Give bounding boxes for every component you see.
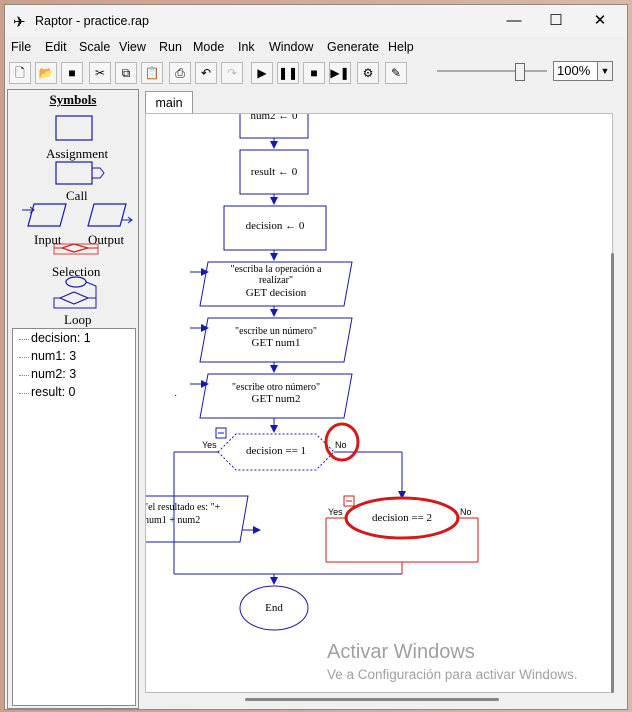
zoom-slider-track[interactable] <box>437 70 547 72</box>
pause-icon[interactable]: ❚❚ <box>277 62 299 84</box>
input2-prompt: "escribe un número" <box>234 326 318 337</box>
selection-2-no: No <box>460 507 472 517</box>
menu-view[interactable]: View <box>119 40 146 54</box>
copy-icon[interactable]: ⧉ <box>115 62 137 84</box>
input1-prompt-line1: "escriba la operación a <box>230 264 322 275</box>
assignment-symbol[interactable] <box>55 115 93 141</box>
call-label: Call <box>66 188 88 203</box>
menu-file[interactable]: File <box>11 40 31 54</box>
menu-run[interactable]: Run <box>159 40 182 54</box>
symbols-panel: Symbols Assignment Call Input Output Sel… <box>7 89 139 709</box>
chevron-down-icon[interactable]: ▼ <box>597 61 613 81</box>
tab-main[interactable]: main <box>145 91 193 113</box>
input-symbol[interactable] <box>22 203 67 227</box>
selection-1-no: No <box>335 440 347 450</box>
end-text: End <box>265 602 283 614</box>
loop-label: Loop <box>64 312 92 327</box>
menu-mode[interactable]: Mode <box>193 40 224 54</box>
menu-generate[interactable]: Generate <box>327 40 379 54</box>
stop-icon[interactable]: ■ <box>303 62 325 84</box>
selection-1-condition: decision == 1 <box>245 445 307 457</box>
toolbar: 🗋 📂 ■ ✂ ⧉ 📋 ⎙ ↶ ↷ ▶ ❚❚ ■ ▶❚ ⚙ ✎ <box>5 59 627 89</box>
horizontal-scrollbar[interactable] <box>245 698 499 701</box>
input1-prompt-line2: realizar" <box>258 275 294 286</box>
variables-list: decision: 1 num1: 3 num2: 3 result: 0 <box>12 328 136 706</box>
play-icon[interactable]: ▶ <box>251 62 273 84</box>
new-icon[interactable]: 🗋 <box>9 62 31 84</box>
pen-icon[interactable]: ✎ <box>385 62 407 84</box>
menu-bar: File Edit Scale View Run Mode Ink Window… <box>5 38 627 58</box>
menu-window[interactable]: Window <box>269 40 313 54</box>
menu-ink[interactable]: Ink <box>238 40 255 54</box>
call-symbol[interactable] <box>55 161 105 185</box>
symbol-shapes <box>22 115 133 309</box>
variable-item[interactable]: result: 0 <box>31 385 75 399</box>
test-icon[interactable]: ⚙ <box>357 62 379 84</box>
title-bar: ✈ Raptor - practice.rap — ☐ ✕ <box>5 5 627 37</box>
minimize-button[interactable]: — <box>493 9 535 33</box>
undo-icon[interactable]: ↶ <box>195 62 217 84</box>
paste-icon[interactable]: 📋 <box>141 62 163 84</box>
selection-1-yes: Yes <box>202 440 217 450</box>
step-icon[interactable]: ▶❚ <box>329 62 351 84</box>
activation-watermark-text: Ve a Configuración para activar Windows. <box>327 667 578 682</box>
input-label: Input <box>34 232 62 247</box>
open-icon[interactable]: 📂 <box>35 62 57 84</box>
output-line2: num1 + num2 <box>145 515 201 526</box>
assignment-label: Assignment <box>46 146 109 161</box>
window-title: Raptor - practice.rap <box>35 14 149 28</box>
raptor-app-icon: ✈ <box>13 14 26 31</box>
decision-assignment-text: decision ← 0 <box>245 220 305 232</box>
loop-symbol[interactable] <box>53 276 97 309</box>
selection-label: Selection <box>52 264 101 279</box>
cut-icon[interactable]: ✂ <box>89 62 111 84</box>
close-button[interactable]: ✕ <box>579 9 621 33</box>
print-icon[interactable]: ⎙ <box>169 62 191 84</box>
output-symbol[interactable] <box>87 203 133 227</box>
variable-item[interactable]: num1: 3 <box>31 349 76 363</box>
input3-get: GET num2 <box>251 393 301 405</box>
menu-scale[interactable]: Scale <box>79 40 110 54</box>
svg-text:·: · <box>174 390 177 401</box>
menu-edit[interactable]: Edit <box>45 40 67 54</box>
redo-icon[interactable]: ↷ <box>221 62 243 84</box>
menu-help[interactable]: Help <box>388 40 414 54</box>
raptor-window: ✈ Raptor - practice.rap — ☐ ✕ File Edit … <box>4 4 628 710</box>
flowchart-canvas[interactable]: · num2 ← 0 result ← 0 decision ← 0 "escr… <box>145 113 613 693</box>
selection-2-yes: Yes <box>328 507 343 517</box>
result-assignment-text: result ← 0 <box>250 166 298 178</box>
zoom-select[interactable]: 100% <box>553 61 601 81</box>
vertical-scrollbar[interactable] <box>611 253 614 693</box>
input1-get: GET decision <box>245 287 307 299</box>
variable-item[interactable]: decision: 1 <box>31 331 91 345</box>
activation-watermark-title: Activar Windows <box>327 641 475 663</box>
selection-2-condition: decision == 2 <box>371 512 433 524</box>
zoom-slider-thumb[interactable] <box>515 63 525 81</box>
variable-item[interactable]: num2: 3 <box>31 367 76 381</box>
maximize-button[interactable]: ☐ <box>535 9 577 33</box>
input2-get: GET num1 <box>251 337 301 349</box>
output-line1: "el resultado es: "+ <box>145 502 221 513</box>
input3-prompt: "escribe otro número" <box>231 382 321 393</box>
num2-assignment-text: num2 ← 0 <box>250 113 298 122</box>
output-label: Output <box>88 232 125 247</box>
save-icon[interactable]: ■ <box>61 62 83 84</box>
